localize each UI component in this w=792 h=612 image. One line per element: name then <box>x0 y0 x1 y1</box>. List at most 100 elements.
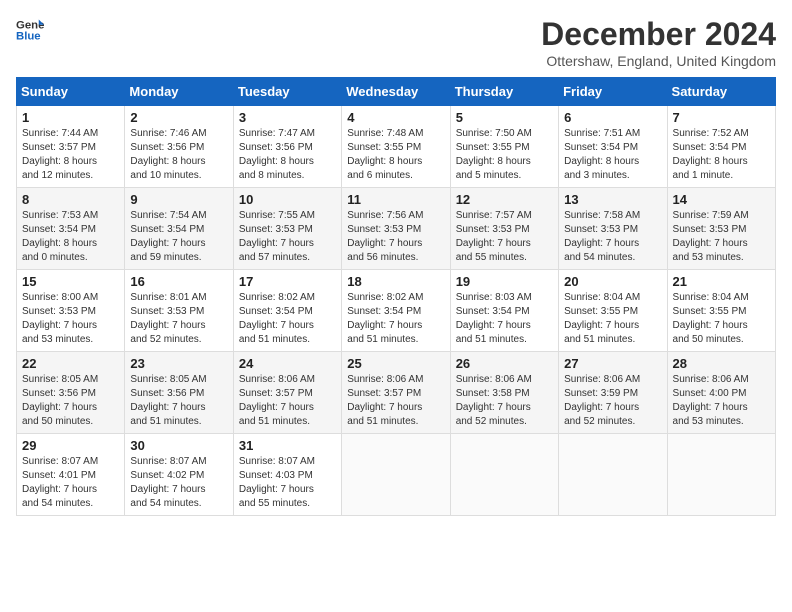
week-row-3: 15Sunrise: 8:00 AM Sunset: 3:53 PM Dayli… <box>17 270 776 352</box>
day-number: 7 <box>673 110 770 125</box>
day-number: 13 <box>564 192 661 207</box>
day-number: 22 <box>22 356 119 371</box>
calendar-cell: 8 Sunrise: 7:53 AM Sunset: 3:54 PM Daylig… <box>17 188 125 270</box>
day-number: 18 <box>347 274 444 289</box>
weekday-thursday: Thursday <box>450 78 558 106</box>
day-number: 16 <box>130 274 227 289</box>
day-number: 2 <box>130 110 227 125</box>
calendar-cell: 20Sunrise: 8:04 AM Sunset: 3:55 PM Dayli… <box>559 270 667 352</box>
day-info: Sunrise: 8:06 AM Sunset: 3:57 PM Dayligh… <box>239 373 336 429</box>
day-info: Sunrise: 8:04 AM Sunset: 3:55 PM Dayligh… <box>673 291 770 347</box>
calendar-cell: 15Sunrise: 8:00 AM Sunset: 3:53 PM Dayli… <box>17 270 125 352</box>
day-info: Sunrise: 7:48 AM Sunset: 3:55 PM Dayligh… <box>347 127 444 183</box>
calendar-cell: 1Sunrise: 7:44 AM Sunset: 3:57 PM Daylig… <box>17 106 125 188</box>
day-number: 6 <box>564 110 661 125</box>
day-info: Sunrise: 8:00 AM Sunset: 3:53 PM Dayligh… <box>22 291 119 347</box>
svg-text:Blue: Blue <box>16 31 41 43</box>
day-number: 31 <box>239 438 336 453</box>
day-number: 23 <box>130 356 227 371</box>
day-info: Sunrise: 7:54 AM Sunset: 3:54 PM Dayligh… <box>130 209 227 265</box>
day-number: 21 <box>673 274 770 289</box>
calendar-cell: 27 Sunrise: 8:06 AM Sunset: 3:59 PM Dayli… <box>559 352 667 434</box>
calendar-cell: 17 Sunrise: 8:02 AM Sunset: 3:54 PM Dayli… <box>233 270 341 352</box>
week-row-2: 8 Sunrise: 7:53 AM Sunset: 3:54 PM Daylig… <box>17 188 776 270</box>
day-info: Sunrise: 7:55 AM Sunset: 3:53 PM Dayligh… <box>239 209 336 265</box>
day-info: Sunrise: 8:02 AM Sunset: 3:54 PM Dayligh… <box>347 291 444 347</box>
weekday-monday: Monday <box>125 78 233 106</box>
weekday-tuesday: Tuesday <box>233 78 341 106</box>
calendar-cell: 31 Sunrise: 8:07 AM Sunset: 4:03 PM Dayli… <box>233 434 341 516</box>
day-info: Sunrise: 8:05 AM Sunset: 3:56 PM Dayligh… <box>130 373 227 429</box>
day-info: Sunrise: 8:06 AM Sunset: 3:58 PM Dayligh… <box>456 373 553 429</box>
day-info: Sunrise: 7:56 AM Sunset: 3:53 PM Dayligh… <box>347 209 444 265</box>
calendar-cell: 18 Sunrise: 8:02 AM Sunset: 3:54 PM Dayli… <box>342 270 450 352</box>
day-number: 26 <box>456 356 553 371</box>
weekday-friday: Friday <box>559 78 667 106</box>
day-info: Sunrise: 7:52 AM Sunset: 3:54 PM Dayligh… <box>673 127 770 183</box>
day-info: Sunrise: 8:06 AM Sunset: 3:59 PM Dayligh… <box>564 373 661 429</box>
day-number: 19 <box>456 274 553 289</box>
logo-icon: General Blue <box>16 16 44 44</box>
calendar-cell: 30 Sunrise: 8:07 AM Sunset: 4:02 PM Dayli… <box>125 434 233 516</box>
day-info: Sunrise: 8:03 AM Sunset: 3:54 PM Dayligh… <box>456 291 553 347</box>
calendar-cell: 16Sunrise: 8:01 AM Sunset: 3:53 PM Dayli… <box>125 270 233 352</box>
day-info: Sunrise: 8:05 AM Sunset: 3:56 PM Dayligh… <box>22 373 119 429</box>
day-number: 14 <box>673 192 770 207</box>
day-number: 17 <box>239 274 336 289</box>
day-number: 10 <box>239 192 336 207</box>
day-number: 12 <box>456 192 553 207</box>
day-info: Sunrise: 8:02 AM Sunset: 3:54 PM Dayligh… <box>239 291 336 347</box>
day-number: 9 <box>130 192 227 207</box>
day-info: Sunrise: 8:06 AM Sunset: 3:57 PM Dayligh… <box>347 373 444 429</box>
calendar-cell: 4Sunrise: 7:48 AM Sunset: 3:55 PM Daylig… <box>342 106 450 188</box>
day-info: Sunrise: 7:46 AM Sunset: 3:56 PM Dayligh… <box>130 127 227 183</box>
calendar-cell: 28 Sunrise: 8:06 AM Sunset: 4:00 PM Dayli… <box>667 352 775 434</box>
month-title: December 2024 <box>541 16 776 53</box>
week-row-4: 22 Sunrise: 8:05 AM Sunset: 3:56 PM Dayli… <box>17 352 776 434</box>
weekday-sunday: Sunday <box>17 78 125 106</box>
calendar-cell: 24 Sunrise: 8:06 AM Sunset: 3:57 PM Dayli… <box>233 352 341 434</box>
calendar-cell <box>450 434 558 516</box>
day-info: Sunrise: 8:07 AM Sunset: 4:03 PM Dayligh… <box>239 455 336 511</box>
day-info: Sunrise: 8:07 AM Sunset: 4:02 PM Dayligh… <box>130 455 227 511</box>
calendar-cell: 22 Sunrise: 8:05 AM Sunset: 3:56 PM Dayli… <box>17 352 125 434</box>
calendar-body: 1Sunrise: 7:44 AM Sunset: 3:57 PM Daylig… <box>17 106 776 516</box>
day-info: Sunrise: 8:04 AM Sunset: 3:55 PM Dayligh… <box>564 291 661 347</box>
calendar-cell: 13 Sunrise: 7:58 AM Sunset: 3:53 PM Dayli… <box>559 188 667 270</box>
calendar-cell: 10 Sunrise: 7:55 AM Sunset: 3:53 PM Dayli… <box>233 188 341 270</box>
day-info: Sunrise: 7:58 AM Sunset: 3:53 PM Dayligh… <box>564 209 661 265</box>
calendar-cell <box>559 434 667 516</box>
calendar-cell: 5 Sunrise: 7:50 AM Sunset: 3:55 PM Daylig… <box>450 106 558 188</box>
week-row-1: 1Sunrise: 7:44 AM Sunset: 3:57 PM Daylig… <box>17 106 776 188</box>
day-number: 3 <box>239 110 336 125</box>
day-number: 27 <box>564 356 661 371</box>
day-number: 28 <box>673 356 770 371</box>
day-info: Sunrise: 7:47 AM Sunset: 3:56 PM Dayligh… <box>239 127 336 183</box>
calendar-cell: 21 Sunrise: 8:04 AM Sunset: 3:55 PM Dayli… <box>667 270 775 352</box>
calendar-cell: 2 Sunrise: 7:46 AM Sunset: 3:56 PM Daylig… <box>125 106 233 188</box>
calendar-cell: 29Sunrise: 8:07 AM Sunset: 4:01 PM Dayli… <box>17 434 125 516</box>
day-info: Sunrise: 7:51 AM Sunset: 3:54 PM Dayligh… <box>564 127 661 183</box>
day-number: 24 <box>239 356 336 371</box>
calendar-cell: 9 Sunrise: 7:54 AM Sunset: 3:54 PM Daylig… <box>125 188 233 270</box>
calendar-cell: 14Sunrise: 7:59 AM Sunset: 3:53 PM Dayli… <box>667 188 775 270</box>
calendar-table: SundayMondayTuesdayWednesdayThursdayFrid… <box>16 77 776 516</box>
day-number: 30 <box>130 438 227 453</box>
day-number: 25 <box>347 356 444 371</box>
day-number: 29 <box>22 438 119 453</box>
calendar-cell <box>342 434 450 516</box>
day-info: Sunrise: 7:53 AM Sunset: 3:54 PM Dayligh… <box>22 209 119 265</box>
calendar-cell: 6 Sunrise: 7:51 AM Sunset: 3:54 PM Daylig… <box>559 106 667 188</box>
calendar-cell: 25 Sunrise: 8:06 AM Sunset: 3:57 PM Dayli… <box>342 352 450 434</box>
calendar-cell: 3 Sunrise: 7:47 AM Sunset: 3:56 PM Daylig… <box>233 106 341 188</box>
calendar-cell: 19 Sunrise: 8:03 AM Sunset: 3:54 PM Dayli… <box>450 270 558 352</box>
day-info: Sunrise: 7:50 AM Sunset: 3:55 PM Dayligh… <box>456 127 553 183</box>
title-block: December 2024 Ottershaw, England, United… <box>541 16 776 69</box>
day-number: 8 <box>22 192 119 207</box>
page-header: General Blue December 2024 Ottershaw, En… <box>16 16 776 69</box>
weekday-wednesday: Wednesday <box>342 78 450 106</box>
calendar-cell <box>667 434 775 516</box>
location: Ottershaw, England, United Kingdom <box>541 53 776 69</box>
day-info: Sunrise: 8:06 AM Sunset: 4:00 PM Dayligh… <box>673 373 770 429</box>
day-number: 5 <box>456 110 553 125</box>
